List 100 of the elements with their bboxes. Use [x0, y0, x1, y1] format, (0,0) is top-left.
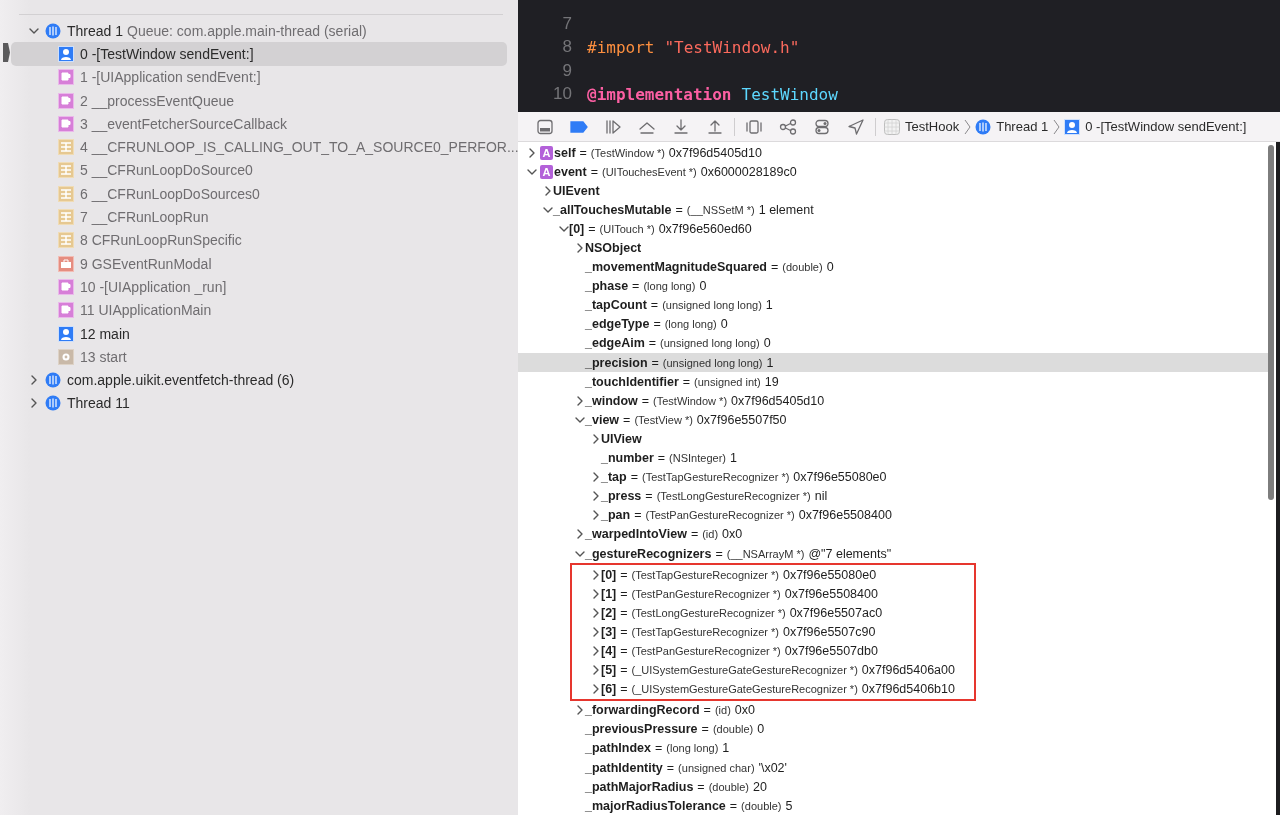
variable-row[interactable]: _pathIndex = (long long) 1 — [518, 738, 1269, 758]
stack-frame-row[interactable]: 10 -[UIApplication _run] — [11, 275, 507, 299]
variable-value: 1 — [765, 298, 773, 313]
variable-name: _window — [585, 393, 638, 408]
equals-sign: = — [588, 221, 596, 236]
variable-row[interactable]: A event = (UITouchesEvent *) 0x6000028189c0 — [518, 162, 1269, 182]
cup-icon — [58, 92, 74, 109]
variable-row[interactable]: _window = (TestWindow *) 0x7f96d5405d10 — [518, 391, 1269, 411]
variable-name: _pathIdentity — [585, 760, 663, 775]
variable-row[interactable]: _pathMajorRadius = (double) 20 — [518, 777, 1269, 797]
disclosure-chevron-icon[interactable] — [591, 490, 601, 503]
stack-frame-row[interactable]: 6 __CFRunLoopDoSources0 — [11, 182, 507, 206]
scrollbar[interactable] — [1268, 145, 1274, 500]
disclosure-chevron-icon[interactable] — [527, 146, 537, 159]
disclosure-chevron-icon[interactable] — [29, 374, 39, 387]
disclosure-chevron-icon[interactable] — [575, 394, 585, 407]
variable-row[interactable]: _phase = (long long) 0 — [518, 276, 1269, 296]
disclosure-chevron-icon[interactable] — [591, 664, 601, 677]
disclosure-chevron-icon[interactable] — [543, 184, 553, 197]
step-out-icon[interactable] — [706, 118, 724, 135]
variable-row[interactable]: _allTouchesMutable = (__NSSetM *) 1 element — [518, 200, 1269, 220]
variable-type: (__NSArrayM *) — [726, 547, 805, 560]
breadcrumb-item[interactable]: 0 -[TestWindow sendEvent:] — [1085, 119, 1247, 134]
variable-row[interactable]: _previousPressure = (double) 0 — [518, 719, 1269, 739]
stack-frame-row[interactable]: 7 __CFRunLoopRun — [11, 205, 507, 229]
stack-frame-row[interactable]: 2 __processEventQueue — [11, 88, 507, 113]
variable-row[interactable]: _touchIdentifier = (unsigned int) 19 — [518, 372, 1269, 392]
equals-sign: = — [657, 451, 666, 466]
disclosure-chevron-icon[interactable] — [591, 587, 601, 600]
variable-row[interactable]: _edgeAim = (unsigned long long) 0 — [518, 333, 1269, 354]
variable-row[interactable]: [4] = (TestPanGestureRecognizer *) 0x7f96e5507db0 — [572, 641, 967, 661]
disclosure-chevron-icon[interactable] — [575, 704, 585, 717]
stack-frame-row[interactable]: 5 __CFRunLoopDoSource0 — [11, 158, 507, 183]
variable-row[interactable]: [2] = (TestLongGestureRecognizer *) 0x7f96e5507ac0 — [572, 603, 967, 623]
breadcrumb-item[interactable]: Thread 1 — [996, 119, 1049, 134]
stack-frame-row[interactable]: 3 __eventFetcherSourceCallback — [11, 112, 507, 136]
variable-row[interactable]: [0] = (UITouch *) 0x7f96e560ed60 — [518, 219, 1269, 239]
variable-row[interactable]: [0] = (TestTapGestureRecognizer *) 0x7f96e55080e0 — [572, 565, 967, 585]
stack-frame-row[interactable]: 8 CFRunLoopRunSpecific — [11, 228, 507, 252]
variable-row[interactable]: UIView — [518, 429, 1269, 449]
stack-frame-row[interactable]: 9 GSEventRunModal — [11, 251, 507, 276]
disclosure-chevron-icon[interactable] — [591, 432, 601, 445]
frame-label: 11 UIApplicationMain — [80, 302, 212, 319]
variable-row[interactable]: _view = (TestView *) 0x7f96e5507f50 — [518, 410, 1269, 430]
variable-row[interactable]: [5] = (_UISystemGestureGateGestureRecognizer *) 0x7f96d5406a00 — [572, 660, 967, 680]
frame-label: 5 __CFRunLoopDoSource0 — [80, 162, 253, 179]
variable-row[interactable]: [6] = (_UISystemGestureGateGestureRecognizer *) 0x7f96d5406b10 — [572, 679, 967, 699]
variable-row[interactable]: _number = (NSInteger) 1 — [518, 448, 1269, 468]
variable-row[interactable]: _warpedIntoView = (id) 0x0 — [518, 524, 1269, 544]
graph-nodes-icon[interactable] — [779, 118, 797, 135]
cup-icon — [58, 278, 74, 295]
equals-sign: = — [650, 298, 659, 313]
disclosure-chevron-icon[interactable] — [575, 528, 585, 541]
variable-value: 0x0 — [722, 527, 743, 542]
variable-row[interactable]: _majorRadiusTolerance = (double) 5 — [518, 796, 1269, 815]
variable-row[interactable]: _tapCount = (unsigned long long) 1 — [518, 295, 1269, 315]
stack-frame-row[interactable]: 11 UIApplicationMain — [11, 298, 507, 322]
console-toggle-icon[interactable] — [536, 118, 554, 135]
variable-row[interactable]: UIEvent — [518, 181, 1269, 201]
breadcrumb-item[interactable]: TestHook — [905, 119, 960, 134]
view-hierarchy-icon[interactable] — [745, 118, 763, 135]
stack-frame-row[interactable]: 12 main — [11, 321, 507, 346]
stack-frame-row[interactable]: 13 start — [11, 345, 507, 369]
variable-row[interactable]: _precision = (unsigned long long) 1 — [518, 353, 1269, 373]
variable-row[interactable]: _edgeType = (long long) 0 — [518, 314, 1269, 334]
continue-icon[interactable] — [604, 118, 622, 135]
thread-name[interactable]: Thread 11 — [67, 395, 130, 412]
person-icon — [1064, 118, 1081, 135]
stack-frame-row[interactable]: 1 -[UIApplication sendEvent:] — [11, 65, 507, 89]
breakpoint-tag-icon[interactable] — [570, 118, 588, 135]
variable-name: _pan — [601, 508, 631, 523]
disclosure-chevron-icon[interactable] — [575, 242, 585, 254]
thread-name[interactable]: Thread 1 — [67, 22, 124, 39]
variable-row[interactable]: _tap = (TestTapGestureRecognizer *) 0x7f96e55080e0 — [518, 467, 1269, 487]
variable-row[interactable]: _gestureRecognizers = (__NSArrayM *) @"7 elements" — [518, 543, 1269, 564]
variable-row[interactable]: A self = (TestWindow *) 0x7f96d5405d10 — [518, 143, 1269, 163]
disclosure-chevron-icon[interactable] — [591, 509, 601, 522]
variable-row[interactable]: _forwardingRecord = (id) 0x0 — [518, 700, 1269, 720]
step-into-icon[interactable] — [672, 118, 690, 135]
equals-sign: = — [651, 355, 659, 370]
variable-row[interactable]: NSObject — [518, 238, 1269, 258]
variable-row[interactable]: _movementMagnitudeSquared = (double) 0 — [518, 257, 1269, 277]
variable-row[interactable]: _press = (TestLongGestureRecognizer *) nil — [518, 486, 1269, 506]
disclosure-chevron-icon[interactable] — [591, 471, 601, 484]
thread-name[interactable]: com.apple.uikit.eventfetch-thread (6) — [67, 372, 295, 389]
disclosure-chevron-icon[interactable] — [591, 683, 601, 696]
disclosure-chevron-icon[interactable] — [591, 625, 601, 638]
disclosure-chevron-icon[interactable] — [29, 397, 39, 410]
variable-value: 0x7f96e560ed60 — [658, 221, 752, 236]
variable-row[interactable]: [3] = (TestTapGestureRecognizer *) 0x7f96e5507c90 — [572, 622, 967, 642]
toggles-icon[interactable] — [813, 118, 831, 135]
location-arrow-icon[interactable] — [847, 118, 865, 135]
disclosure-chevron-icon[interactable] — [591, 645, 601, 657]
disclosure-chevron-icon[interactable] — [591, 568, 601, 581]
equals-sign: = — [715, 546, 723, 561]
disclosure-chevron-icon[interactable] — [591, 606, 601, 619]
variable-row[interactable]: _pan = (TestPanGestureRecognizer *) 0x7f96e5508400 — [518, 505, 1269, 525]
variable-row[interactable]: _pathIdentity = (unsigned char) '\x02' — [518, 758, 1269, 778]
variable-row[interactable]: [1] = (TestPanGestureRecognizer *) 0x7f96e5508400 — [572, 584, 967, 604]
variable-value: 1 — [766, 355, 774, 370]
